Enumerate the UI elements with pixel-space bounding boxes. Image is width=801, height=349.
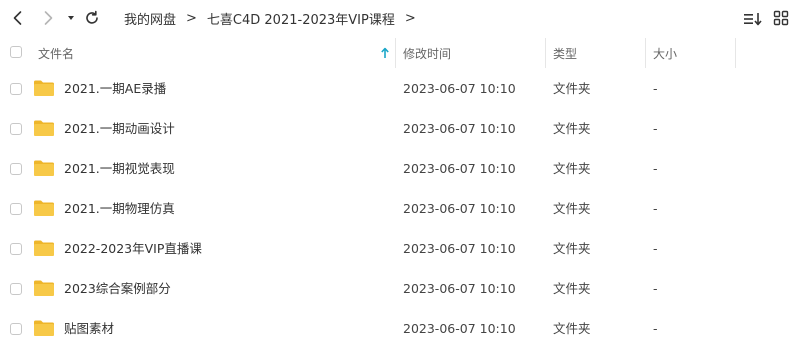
file-list-header: 文件名 修改时间 类型 大小 bbox=[0, 38, 801, 68]
file-size: - bbox=[653, 321, 658, 336]
row-checkbox[interactable] bbox=[10, 163, 22, 175]
list-item[interactable]: 2021.一期AE录播 2023-06-07 10:10 文件夹 - bbox=[0, 69, 801, 109]
column-divider[interactable] bbox=[645, 38, 646, 68]
sort-list-icon[interactable] bbox=[743, 9, 763, 29]
file-type: 文件夹 bbox=[553, 161, 591, 176]
list-item[interactable]: 2022-2023年VIP直播课 2023-06-07 10:10 文件夹 - bbox=[0, 229, 801, 269]
row-checkbox[interactable] bbox=[10, 243, 22, 255]
folder-icon bbox=[33, 159, 55, 177]
column-divider[interactable] bbox=[735, 38, 736, 68]
breadcrumb-item-current[interactable]: 七喜C4D 2021-2023年VIP课程 bbox=[207, 9, 395, 28]
column-divider[interactable] bbox=[395, 38, 396, 68]
file-name[interactable]: 2021.一期视觉表现 bbox=[64, 149, 175, 189]
breadcrumb-item-root[interactable]: 我的网盘 bbox=[124, 9, 176, 28]
file-name[interactable]: 2023综合案例部分 bbox=[64, 269, 171, 309]
chevron-right-icon[interactable] bbox=[38, 8, 58, 28]
breadcrumb-separator: > bbox=[186, 10, 197, 26]
file-size: - bbox=[653, 201, 658, 216]
file-name[interactable]: 2021.一期物理仿真 bbox=[64, 189, 175, 229]
folder-icon bbox=[33, 319, 55, 337]
list-item[interactable]: 2021.一期物理仿真 2023-06-07 10:10 文件夹 - bbox=[0, 189, 801, 229]
chevron-left-icon[interactable] bbox=[8, 8, 28, 28]
file-name[interactable]: 2021.一期AE录播 bbox=[64, 69, 166, 109]
file-name[interactable]: 贴图素材 bbox=[64, 309, 114, 349]
file-modified-time: 2023-06-07 10:10 bbox=[403, 81, 516, 96]
row-checkbox[interactable] bbox=[10, 83, 22, 95]
grid-view-icon[interactable] bbox=[772, 9, 790, 27]
file-name[interactable]: 2022-2023年VIP直播课 bbox=[64, 229, 202, 269]
file-size: - bbox=[653, 121, 658, 136]
breadcrumb-separator[interactable]: > bbox=[405, 11, 416, 26]
list-item[interactable]: 2023综合案例部分 2023-06-07 10:10 文件夹 - bbox=[0, 269, 801, 309]
file-name[interactable]: 2021.一期动画设计 bbox=[64, 109, 175, 149]
select-all-checkbox[interactable] bbox=[10, 46, 22, 58]
file-size: - bbox=[653, 281, 658, 296]
folder-icon bbox=[33, 79, 55, 97]
file-type: 文件夹 bbox=[553, 321, 591, 336]
file-type: 文件夹 bbox=[553, 121, 591, 136]
folder-icon bbox=[33, 239, 55, 257]
file-type: 文件夹 bbox=[553, 81, 591, 96]
navigation-bar: 我的网盘 > 七喜C4D 2021-2023年VIP课程 > bbox=[0, 0, 801, 36]
caret-down-icon[interactable] bbox=[64, 10, 78, 26]
breadcrumb: 我的网盘 > 七喜C4D 2021-2023年VIP课程 > bbox=[124, 9, 426, 28]
file-size: - bbox=[653, 81, 658, 96]
file-type: 文件夹 bbox=[553, 281, 591, 296]
file-modified-time: 2023-06-07 10:10 bbox=[403, 201, 516, 216]
refresh-icon[interactable] bbox=[82, 8, 102, 28]
file-modified-time: 2023-06-07 10:10 bbox=[403, 321, 516, 336]
file-size: - bbox=[653, 241, 658, 256]
sort-ascending-icon[interactable] bbox=[380, 47, 390, 59]
file-size: - bbox=[653, 161, 658, 176]
list-item[interactable]: 贴图素材 2023-06-07 10:10 文件夹 - bbox=[0, 309, 801, 349]
file-modified-time: 2023-06-07 10:10 bbox=[403, 241, 516, 256]
folder-icon bbox=[33, 199, 55, 217]
row-checkbox[interactable] bbox=[10, 203, 22, 215]
file-modified-time: 2023-06-07 10:10 bbox=[403, 281, 516, 296]
column-header-size[interactable]: 大小 bbox=[653, 38, 733, 68]
column-header-modified[interactable]: 修改时间 bbox=[403, 38, 543, 68]
column-divider[interactable] bbox=[545, 38, 546, 68]
file-modified-time: 2023-06-07 10:10 bbox=[403, 121, 516, 136]
row-checkbox[interactable] bbox=[10, 283, 22, 295]
row-checkbox[interactable] bbox=[10, 323, 22, 335]
row-checkbox[interactable] bbox=[10, 123, 22, 135]
list-item[interactable]: 2021.一期动画设计 2023-06-07 10:10 文件夹 - bbox=[0, 109, 801, 149]
file-type: 文件夹 bbox=[553, 201, 591, 216]
file-type: 文件夹 bbox=[553, 241, 591, 256]
folder-icon bbox=[33, 119, 55, 137]
column-header-type[interactable]: 类型 bbox=[553, 38, 643, 68]
column-header-name[interactable]: 文件名 bbox=[38, 38, 390, 68]
list-item[interactable]: 2021.一期视觉表现 2023-06-07 10:10 文件夹 - bbox=[0, 149, 801, 189]
file-list: 2021.一期AE录播 2023-06-07 10:10 文件夹 - 2021.… bbox=[0, 69, 801, 349]
folder-icon bbox=[33, 279, 55, 297]
file-modified-time: 2023-06-07 10:10 bbox=[403, 161, 516, 176]
